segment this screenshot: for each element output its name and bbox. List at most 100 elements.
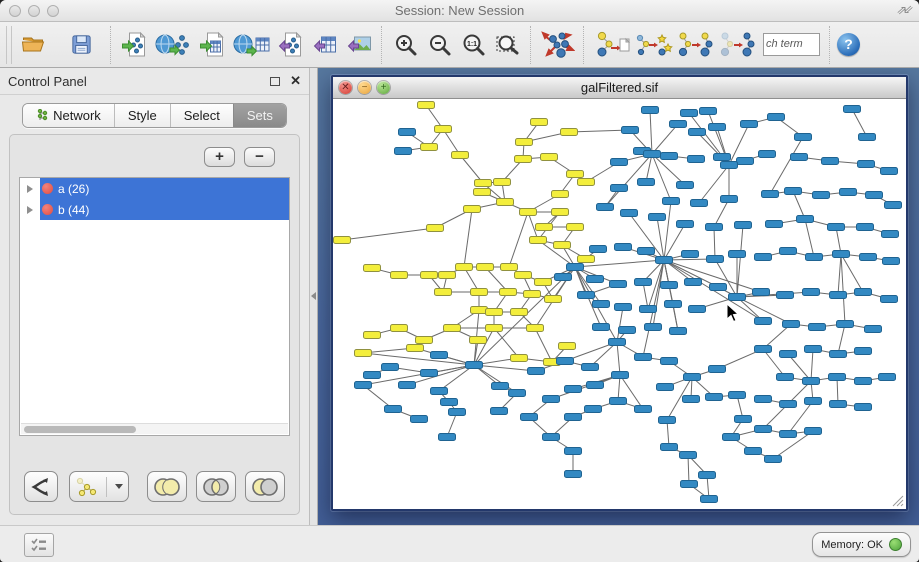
graph-node[interactable] [531, 119, 548, 126]
graph-node[interactable] [710, 284, 727, 291]
graph-node[interactable] [881, 296, 898, 303]
graph-node[interactable] [797, 216, 814, 223]
graph-node[interactable] [755, 254, 772, 261]
graph-node[interactable] [590, 246, 607, 253]
graph-node[interactable] [762, 191, 779, 198]
network-canvas[interactable] [333, 99, 906, 509]
graph-node[interactable] [828, 224, 845, 231]
graph-node[interactable] [561, 129, 578, 136]
graph-node[interactable] [723, 434, 740, 441]
export-image-button[interactable] [342, 26, 376, 64]
graph-node[interactable] [635, 406, 652, 413]
graph-node[interactable] [421, 370, 438, 377]
graph-node[interactable] [805, 398, 822, 405]
graph-node[interactable] [497, 199, 514, 206]
graph-node[interactable] [385, 406, 402, 413]
graph-node[interactable] [691, 200, 708, 207]
help-button[interactable]: ? [837, 33, 860, 56]
graph-node[interactable] [677, 182, 694, 189]
graph-node[interactable] [833, 251, 850, 258]
expand-triangle-icon[interactable] [27, 206, 33, 214]
graph-node[interactable] [783, 321, 800, 328]
graph-node[interactable] [565, 414, 582, 421]
task-history-button[interactable] [24, 533, 54, 557]
graph-node[interactable] [399, 382, 416, 389]
graph-node[interactable] [729, 251, 746, 258]
zoom-in-button[interactable] [389, 26, 423, 64]
graph-node[interactable] [855, 404, 872, 411]
graph-node[interactable] [511, 355, 528, 362]
graph-node[interactable] [611, 159, 628, 166]
graph-node[interactable] [685, 279, 702, 286]
graph-node[interactable] [855, 348, 872, 355]
graph-node[interactable] [785, 188, 802, 195]
graph-node[interactable] [644, 151, 661, 158]
graph-node[interactable] [543, 396, 560, 403]
graph-node[interactable] [661, 444, 678, 451]
graph-node[interactable] [866, 192, 883, 199]
graph-node[interactable] [859, 134, 876, 141]
select-first-neighbors-button[interactable] [633, 26, 675, 64]
graph-node[interactable] [464, 206, 481, 213]
graph-node[interactable] [663, 198, 680, 205]
graph-node[interactable] [364, 265, 381, 272]
graph-node[interactable] [582, 364, 599, 371]
graph-node[interactable] [421, 144, 438, 151]
search-input[interactable]: ch term [763, 33, 820, 56]
import-table-url-button[interactable] [230, 26, 274, 64]
graph-node[interactable] [418, 102, 435, 109]
graph-node[interactable] [830, 401, 847, 408]
graph-node[interactable] [555, 274, 572, 281]
graph-node[interactable] [622, 127, 639, 134]
zoom-fit-selected-button[interactable] [491, 26, 525, 64]
graph-node[interactable] [735, 222, 752, 229]
graph-node[interactable] [509, 390, 526, 397]
horizontal-scrollbar[interactable] [21, 423, 288, 434]
graph-node[interactable] [439, 434, 456, 441]
set-intersection-button[interactable] [196, 471, 236, 502]
graph-node[interactable] [681, 110, 698, 117]
graph-node[interactable] [830, 292, 847, 299]
graph-node[interactable] [427, 225, 444, 232]
graph-node[interactable] [587, 276, 604, 283]
tab-network[interactable]: Network [23, 104, 114, 127]
graph-node[interactable] [753, 289, 770, 296]
graph-node[interactable] [567, 171, 584, 178]
graph-node[interactable] [885, 202, 902, 209]
graph-node[interactable] [449, 409, 466, 416]
graph-node[interactable] [706, 394, 723, 401]
graph-node[interactable] [492, 383, 509, 390]
graph-node[interactable] [714, 154, 731, 161]
graph-node[interactable] [439, 272, 456, 279]
graph-node[interactable] [364, 332, 381, 339]
hide-selected-button[interactable] [591, 26, 633, 64]
graph-node[interactable] [688, 156, 705, 163]
graph-node[interactable] [879, 374, 896, 381]
graph-node[interactable] [521, 414, 538, 421]
graph-node[interactable] [855, 289, 872, 296]
graph-node[interactable] [416, 337, 433, 344]
graph-node[interactable] [567, 224, 584, 231]
graph-node[interactable] [611, 185, 628, 192]
graph-node[interactable] [635, 279, 652, 286]
graph-node[interactable] [741, 121, 758, 128]
new-network-selected-only-button[interactable] [717, 26, 759, 64]
graph-node[interactable] [737, 158, 754, 165]
graph-node[interactable] [557, 358, 574, 365]
graph-node[interactable] [777, 374, 794, 381]
graph-node[interactable] [444, 325, 461, 332]
graph-node[interactable] [659, 417, 676, 424]
graph-node[interactable] [638, 179, 655, 186]
set-list-item[interactable]: b (44) [20, 199, 289, 220]
graph-node[interactable] [661, 153, 678, 160]
panel-splitter[interactable] [310, 68, 318, 525]
graph-node[interactable] [466, 362, 483, 369]
graph-node[interactable] [709, 124, 726, 131]
graph-node[interactable] [355, 350, 372, 357]
chevron-down-icon[interactable] [115, 484, 123, 489]
graph-node[interactable] [721, 196, 738, 203]
graph-node[interactable] [621, 210, 638, 217]
graph-node[interactable] [777, 292, 794, 299]
graph-node[interactable] [721, 162, 738, 169]
graph-node[interactable] [516, 139, 533, 146]
